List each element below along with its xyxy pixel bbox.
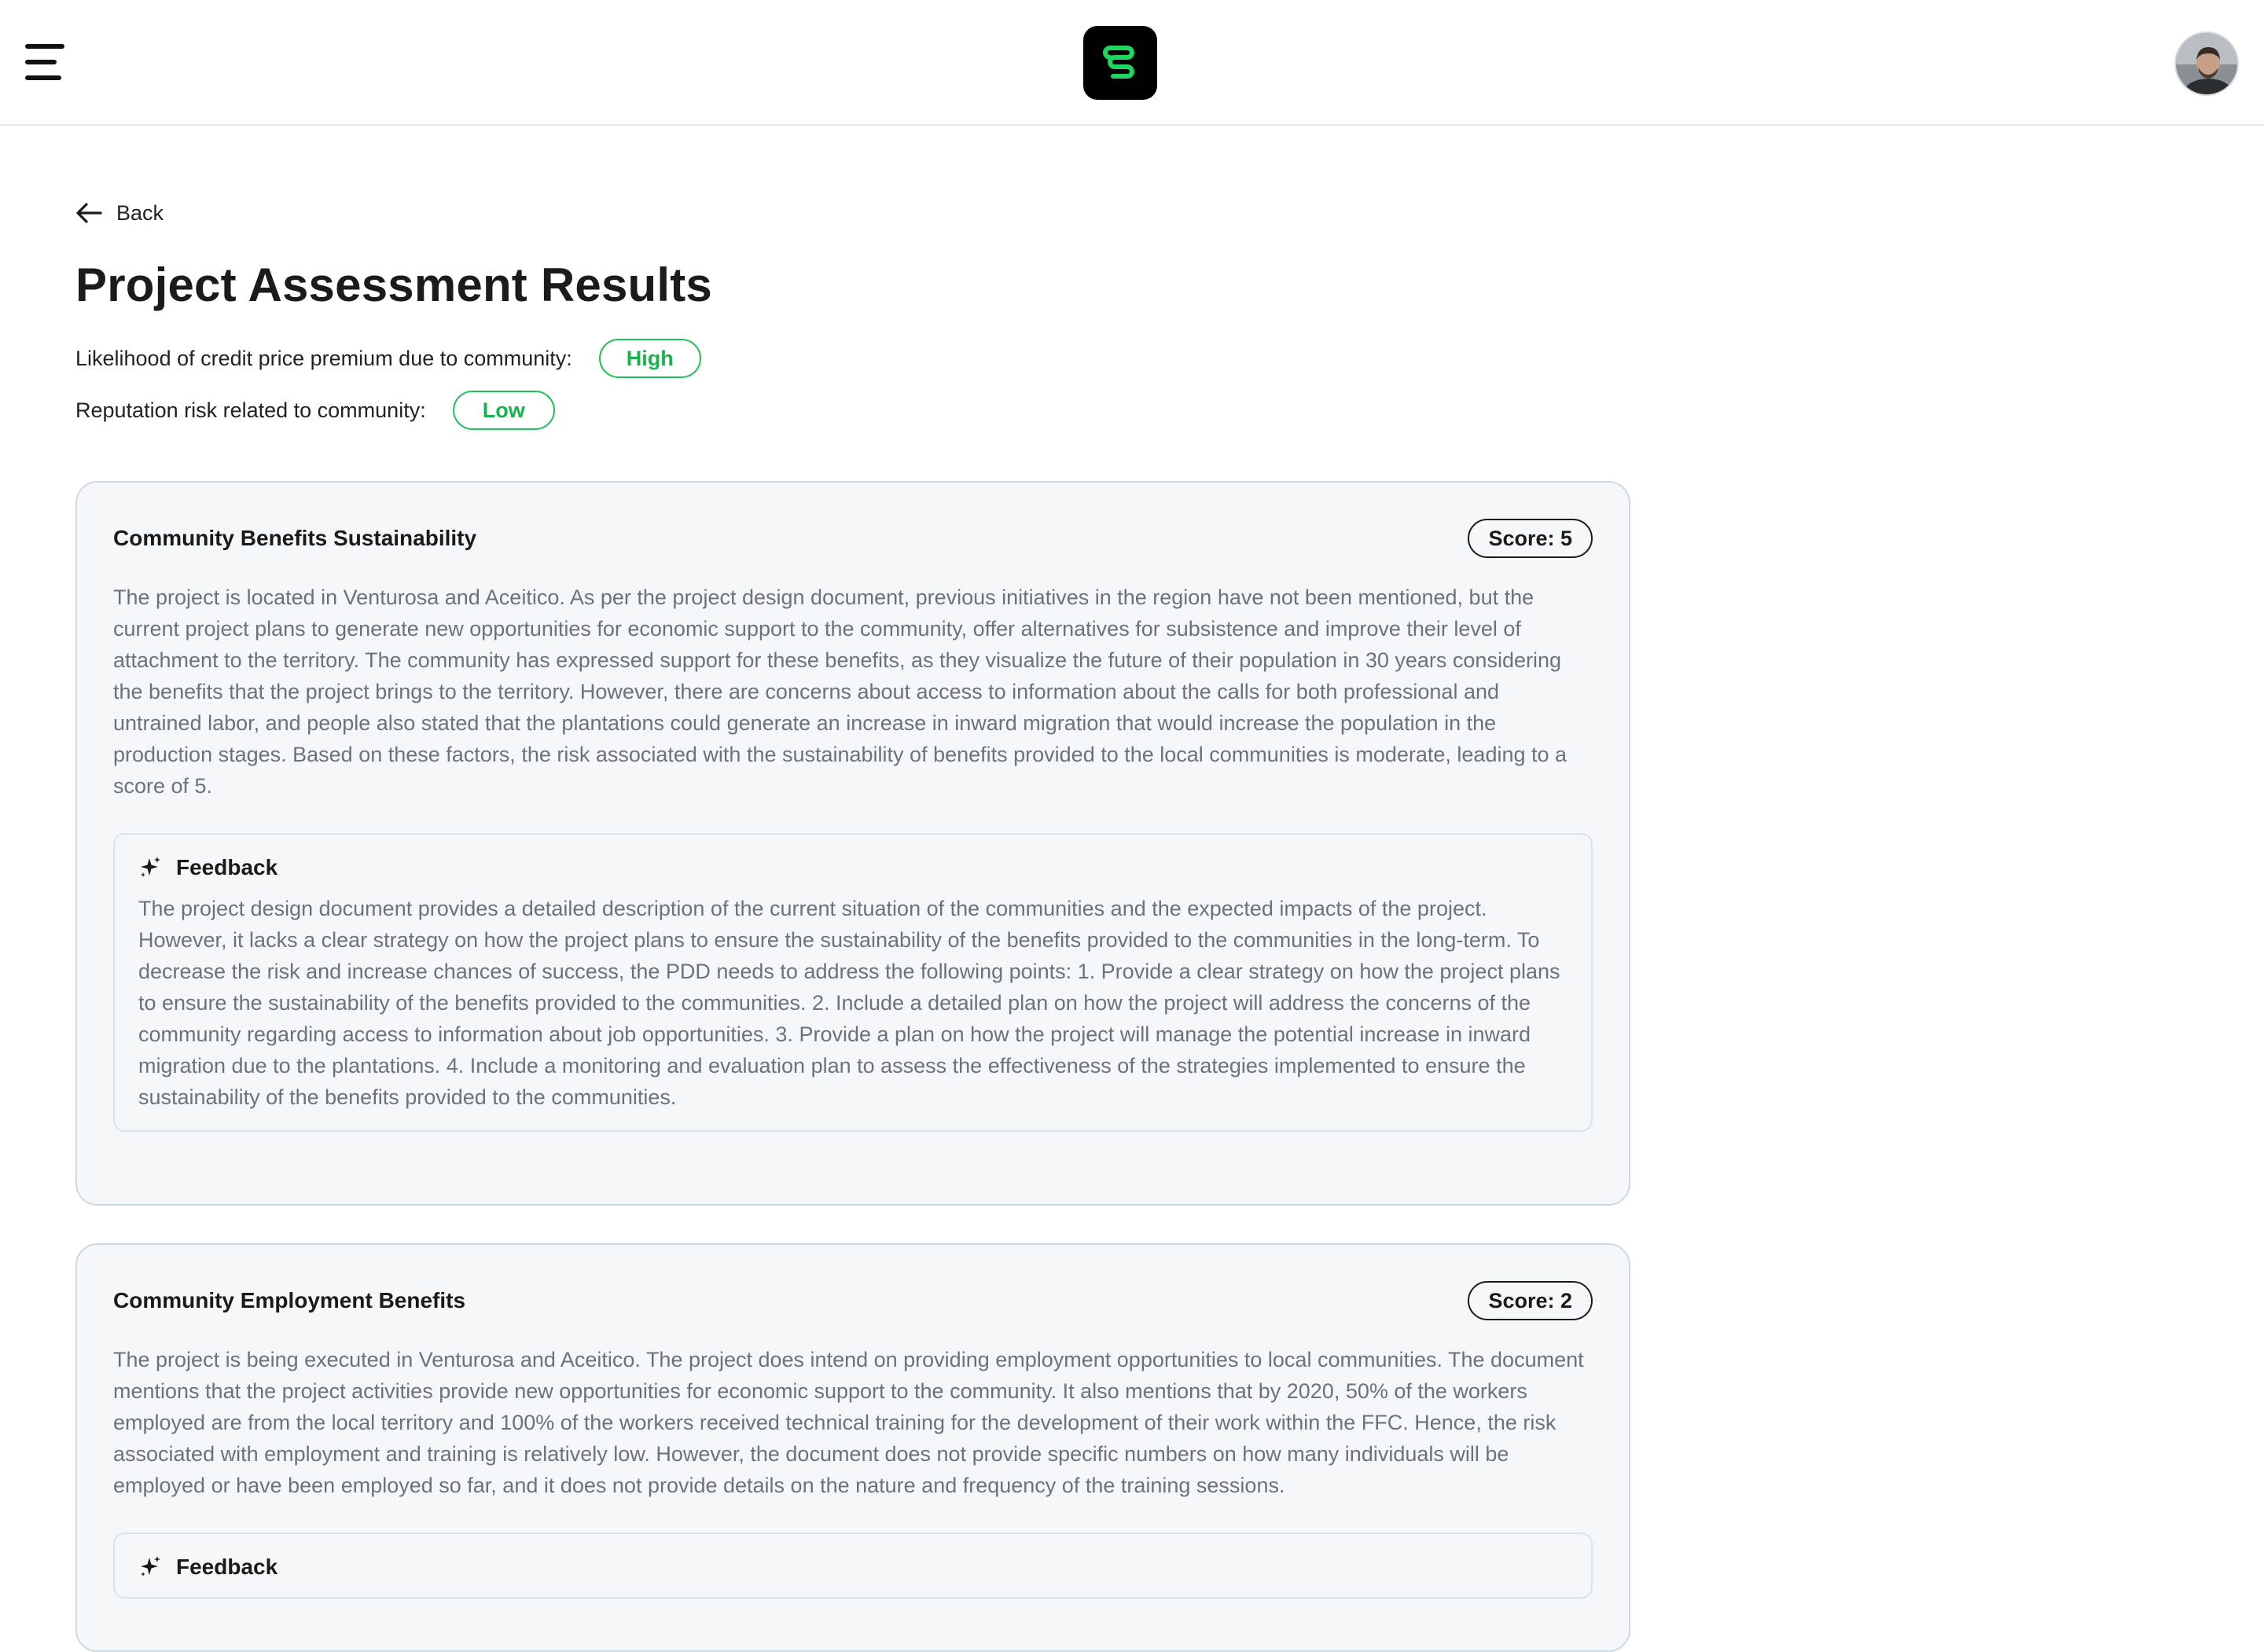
score-badge: Score: 2: [1468, 1281, 1593, 1320]
feedback-text: The project design document provides a d…: [138, 897, 1560, 1109]
card-description: The project is being executed in Venturo…: [113, 1348, 1584, 1497]
feedback-panel: Feedback: [113, 1533, 1593, 1599]
page-title: Project Assessment Results: [75, 259, 712, 311]
score-badge: Score: 5: [1468, 519, 1593, 558]
assessment-card-benefits-sustainability: Community Benefits Sustainability Score:…: [75, 481, 1630, 1206]
feedback-title: Feedback: [176, 855, 278, 879]
metric-label: Reputation risk related to community:: [75, 398, 426, 422]
card-description: The project is located in Venturosa and …: [113, 586, 1568, 798]
metric-label: Likelihood of credit price premium due t…: [75, 346, 572, 370]
back-label: Back: [116, 200, 164, 225]
feedback-title: Feedback: [176, 1555, 278, 1579]
app-logo[interactable]: [1083, 26, 1157, 100]
sparkle-icon: [141, 1556, 160, 1577]
arrow-left-icon: [76, 203, 102, 223]
feedback-panel: Feedback The project design document pro…: [113, 833, 1593, 1132]
metric-reputation-risk: Reputation risk related to community: Lo…: [75, 391, 1630, 430]
status-badge: High: [598, 339, 701, 378]
main-content: Back Project Assessment Results Likeliho…: [75, 196, 1630, 430]
status-badge: Low: [452, 391, 555, 430]
hamburger-menu-icon[interactable]: [25, 42, 66, 83]
user-avatar[interactable]: [2174, 31, 2239, 96]
card-title: Community Benefits Sustainability: [113, 526, 477, 550]
metric-credit-price-premium: Likelihood of credit price premium due t…: [75, 339, 1630, 378]
assessment-card-employment-benefits: Community Employment Benefits Score: 2 T…: [75, 1243, 1630, 1652]
top-bar: [0, 0, 2264, 126]
sparkle-icon: [141, 857, 160, 877]
back-button[interactable]: Back: [75, 196, 1630, 229]
card-title: Community Employment Benefits: [113, 1288, 466, 1312]
